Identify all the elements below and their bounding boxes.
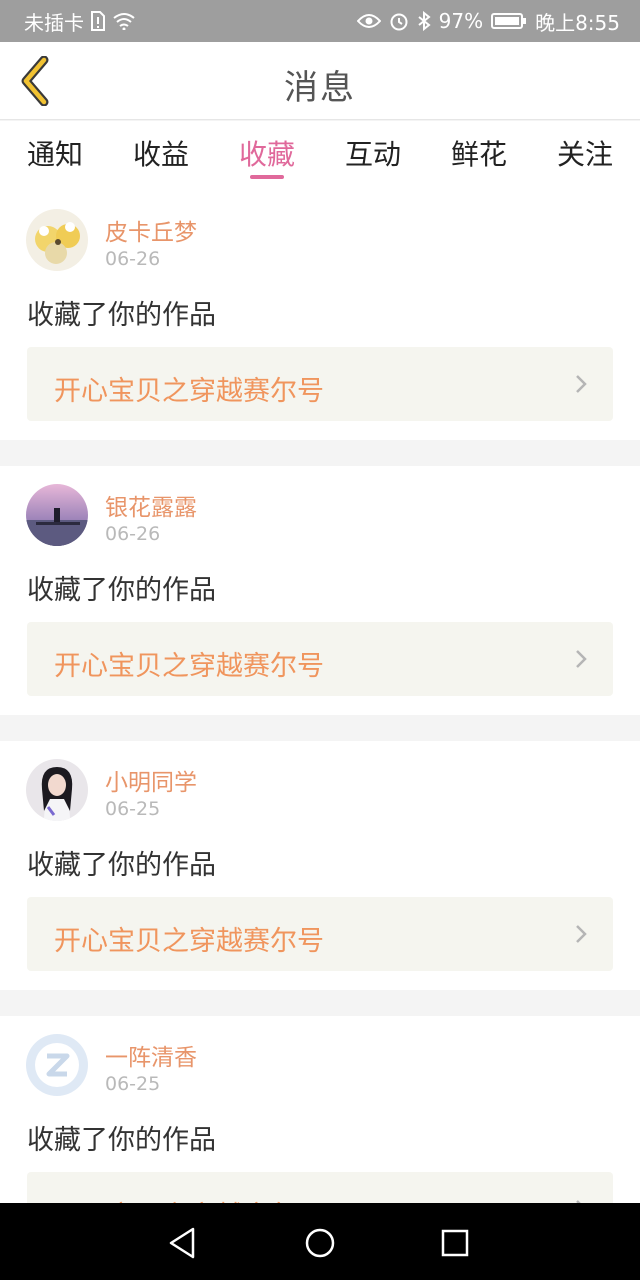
work-title: 开心宝贝之穿越赛尔号 bbox=[54, 651, 324, 682]
message-date: 06-26 bbox=[105, 523, 161, 545]
avatar[interactable] bbox=[26, 1034, 88, 1096]
user-name[interactable]: 小明同学 bbox=[105, 763, 197, 797]
message-card: 小明同学 06-25 收藏了你的作品 开心宝贝之穿越赛尔号 bbox=[0, 741, 640, 990]
message-date: 06-26 bbox=[105, 248, 161, 270]
work-link[interactable]: 开心宝贝之穿越赛尔号 bbox=[27, 1172, 613, 1203]
message-text: 收藏了你的作品 bbox=[27, 300, 216, 331]
tab-flowers[interactable]: 鲜花 bbox=[429, 133, 529, 173]
chevron-right-icon bbox=[576, 925, 587, 943]
chevron-right-icon bbox=[576, 375, 587, 393]
message-date: 06-25 bbox=[105, 1073, 161, 1095]
wifi-icon bbox=[113, 13, 135, 30]
work-link[interactable]: 开心宝贝之穿越赛尔号 bbox=[27, 897, 613, 971]
status-right: 97% 晚上8:55 bbox=[356, 7, 620, 36]
work-title: 开心宝贝之穿越赛尔号 bbox=[54, 1194, 324, 1203]
message-text: 收藏了你的作品 bbox=[27, 850, 216, 881]
active-tab-indicator bbox=[250, 175, 284, 179]
message-card: 银花露露 06-26 收藏了你的作品 开心宝贝之穿越赛尔号 bbox=[0, 466, 640, 715]
message-card: 皮卡丘梦 06-26 收藏了你的作品 开心宝贝之穿越赛尔号 bbox=[0, 191, 640, 440]
tab-following[interactable]: 关注 bbox=[535, 133, 635, 173]
status-left: 未插卡 bbox=[24, 7, 136, 36]
carrier-text: 未插卡 bbox=[24, 10, 84, 35]
status-bar: 未插卡 97% 晚上8:55 bbox=[0, 0, 640, 42]
message-text: 收藏了你的作品 bbox=[27, 1125, 216, 1156]
alarm-icon bbox=[390, 13, 408, 31]
work-title: 开心宝贝之穿越赛尔号 bbox=[54, 926, 324, 957]
user-name[interactable]: 银花露露 bbox=[105, 488, 197, 522]
tab-favorites[interactable]: 收藏 bbox=[217, 133, 317, 173]
tab-notifications[interactable]: 通知 bbox=[5, 133, 105, 173]
tab-bar: 通知 收益 收藏 互动 鲜花 关注 bbox=[0, 121, 640, 191]
message-text: 收藏了你的作品 bbox=[27, 575, 216, 606]
home-circle-icon[interactable] bbox=[300, 1223, 340, 1263]
back-triangle-icon[interactable] bbox=[163, 1223, 203, 1263]
tab-earnings[interactable]: 收益 bbox=[111, 133, 211, 173]
recents-square-icon[interactable] bbox=[435, 1223, 475, 1263]
avatar[interactable] bbox=[26, 209, 88, 271]
message-date: 06-25 bbox=[105, 798, 161, 820]
avatar[interactable] bbox=[26, 759, 88, 821]
sim-alert-icon bbox=[91, 11, 105, 31]
work-title: 开心宝贝之穿越赛尔号 bbox=[54, 376, 324, 407]
user-name[interactable]: 皮卡丘梦 bbox=[105, 213, 197, 247]
system-nav-bar bbox=[0, 1203, 640, 1280]
message-card: 一阵清香 06-25 收藏了你的作品 开心宝贝之穿越赛尔号 bbox=[0, 1016, 640, 1203]
avatar[interactable] bbox=[26, 484, 88, 546]
message-list[interactable]: 皮卡丘梦 06-26 收藏了你的作品 开心宝贝之穿越赛尔号 银花露露 06-26… bbox=[0, 191, 640, 1203]
work-link[interactable]: 开心宝贝之穿越赛尔号 bbox=[27, 347, 613, 421]
work-link[interactable]: 开心宝贝之穿越赛尔号 bbox=[27, 622, 613, 696]
eye-icon bbox=[356, 14, 381, 28]
tab-interactions[interactable]: 互动 bbox=[323, 133, 423, 173]
clock-text: 晚上8:55 bbox=[535, 10, 620, 35]
user-name[interactable]: 一阵清香 bbox=[105, 1038, 197, 1072]
battery-icon bbox=[491, 13, 527, 29]
bluetooth-icon bbox=[418, 11, 431, 31]
page-title: 消息 bbox=[284, 68, 356, 108]
battery-percent: 97% bbox=[438, 9, 484, 33]
chevron-right-icon bbox=[576, 650, 587, 668]
app-header: 消息 bbox=[0, 42, 640, 120]
